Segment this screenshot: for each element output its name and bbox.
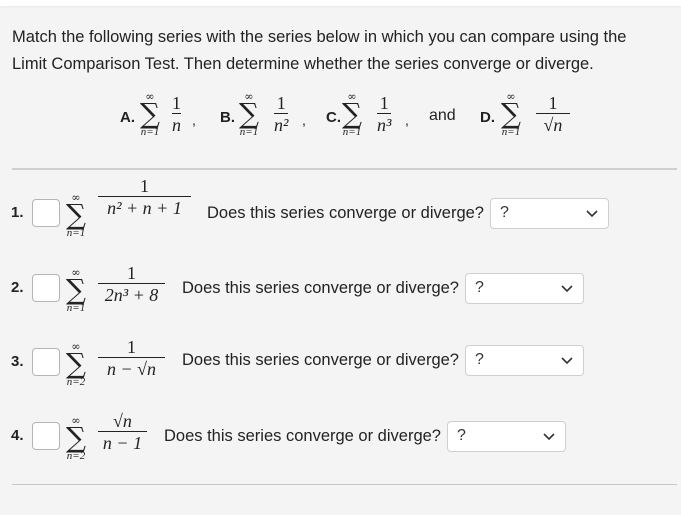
sigma-symbol: ∑ <box>66 273 86 306</box>
question-row: 3. ∞ ∑ n=2 1 n − √n Does this series con… <box>0 329 681 389</box>
question-row: 4. ∞ ∑ n=2 √n n − 1 Does this series con… <box>0 403 681 463</box>
converge-diverge-select[interactable]: ? <box>465 273 584 304</box>
option-label: C. <box>326 109 341 126</box>
selected-value: ? <box>475 279 484 296</box>
match-input-box[interactable] <box>32 422 60 450</box>
question-number: 1. <box>11 204 24 221</box>
numerator: 1 <box>548 93 558 113</box>
denominator: n² + n + 1 <box>107 198 182 218</box>
denominator: √n <box>543 115 563 135</box>
fraction: 1 2n³ + 8 <box>98 263 165 306</box>
sigma-symbol: ∑ <box>66 347 86 380</box>
numerator: 1 <box>379 93 389 113</box>
converge-diverge-select[interactable]: ? <box>465 345 584 376</box>
separator: , <box>192 112 196 128</box>
fraction: 1 n <box>172 93 181 136</box>
question-number: 4. <box>11 427 24 444</box>
sigma-symbol: ∑ <box>239 97 259 130</box>
chevron-down-icon <box>561 285 573 293</box>
separator: , <box>405 112 409 128</box>
denominator: n³ <box>377 115 392 135</box>
sum-lower: n=1 <box>501 126 521 138</box>
summation: ∞ ∑ n=1 <box>140 91 160 138</box>
top-bar <box>0 0 681 6</box>
summation: ∞ ∑ n=2 <box>66 341 86 388</box>
question-text: Does this series converge or diverge? <box>182 351 459 369</box>
question-text: Does this series converge or diverge? <box>182 279 459 297</box>
numerator: √n <box>113 411 132 431</box>
summation: ∞ ∑ n=1 <box>501 91 521 138</box>
numerator: 1 <box>172 93 181 113</box>
numerator: 1 <box>276 93 286 113</box>
sigma-symbol: ∑ <box>140 97 160 130</box>
fraction: 1 n² + n + 1 <box>98 176 191 219</box>
sigma-symbol: ∑ <box>66 198 86 231</box>
fraction: 1 n² <box>274 93 289 136</box>
denominator: n² <box>274 115 289 135</box>
option-label: D. <box>480 109 495 126</box>
summation: ∞ ∑ n=1 <box>239 91 259 138</box>
sigma-symbol: ∑ <box>501 97 521 130</box>
sum-lower: n=1 <box>66 227 86 239</box>
chevron-down-icon <box>561 357 573 365</box>
question-text: Does this series converge or diverge? <box>164 427 441 445</box>
fraction: √n n − 1 <box>98 411 147 454</box>
fraction: 1 √n <box>536 93 570 136</box>
summation: ∞ ∑ n=2 <box>66 415 86 462</box>
divider <box>12 168 677 170</box>
converge-diverge-select[interactable]: ? <box>447 421 566 452</box>
denominator: n − √n <box>106 359 157 379</box>
option-label: B. <box>220 109 235 126</box>
summation: ∞ ∑ n=1 <box>66 192 86 239</box>
sigma-symbol: ∑ <box>342 97 362 130</box>
option-label: A. <box>120 109 135 126</box>
question-row: 1. ∞ ∑ n=1 1 n² + n + 1 Does this series… <box>0 176 681 240</box>
converge-diverge-select[interactable]: ? <box>490 198 609 229</box>
numerator: 1 <box>127 337 136 357</box>
fraction: 1 n − √n <box>98 337 165 380</box>
question-number: 3. <box>11 353 24 370</box>
selected-value: ? <box>500 204 509 221</box>
question-text: Does this series converge or diverge? <box>207 204 484 222</box>
chevron-down-icon <box>586 210 598 218</box>
divider <box>12 484 677 485</box>
sum-lower: n=1 <box>239 126 259 138</box>
sum-lower: n=1 <box>66 302 86 314</box>
chevron-down-icon <box>543 433 555 441</box>
question-prompt: Match the following series with the seri… <box>12 28 627 73</box>
question-number: 2. <box>11 279 24 296</box>
selected-value: ? <box>475 351 484 368</box>
sum-lower: n=2 <box>66 450 86 462</box>
match-input-box[interactable] <box>32 274 60 302</box>
summation: ∞ ∑ n=1 <box>342 91 362 138</box>
selected-value: ? <box>457 427 466 444</box>
sum-lower: n=1 <box>140 126 160 138</box>
match-input-box[interactable] <box>32 199 60 227</box>
denominator: n − 1 <box>102 433 143 453</box>
and-text: and <box>429 107 456 124</box>
question-row: 2. ∞ ∑ n=1 1 2n³ + 8 Does this series co… <box>0 255 681 315</box>
fraction: 1 n³ <box>377 93 392 136</box>
denominator: 2n³ + 8 <box>104 285 159 305</box>
sum-lower: n=1 <box>342 126 362 138</box>
separator: , <box>302 112 306 128</box>
summation: ∞ ∑ n=1 <box>66 267 86 314</box>
match-input-box[interactable] <box>32 348 60 376</box>
denominator: n <box>172 115 181 135</box>
numerator: 1 <box>127 263 136 283</box>
sigma-symbol: ∑ <box>66 421 86 454</box>
numerator: 1 <box>140 176 149 196</box>
sum-lower: n=2 <box>66 376 86 388</box>
